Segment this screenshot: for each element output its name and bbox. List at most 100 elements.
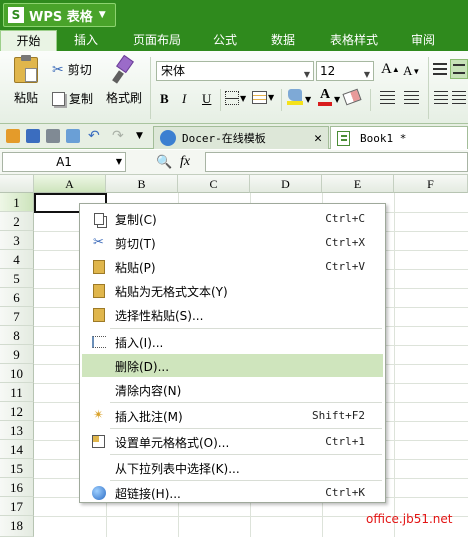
tab-data[interactable]: 数据	[258, 30, 308, 51]
bold-button[interactable]: B	[160, 91, 169, 107]
column-header[interactable]: E	[322, 175, 394, 193]
customize-toolbar-icon[interactable]: ▼	[136, 129, 150, 143]
paste-icon	[14, 55, 38, 83]
font-color-swatch	[318, 102, 332, 106]
chevron-down-icon: ▼	[98, 10, 106, 20]
menu-item-paste-special[interactable]: 选择性粘贴(S)...	[82, 303, 383, 326]
row-header[interactable]: 14	[0, 440, 34, 459]
undo-icon[interactable]: ↶	[88, 129, 102, 143]
align-left-button[interactable]	[434, 91, 448, 104]
row-header[interactable]: 5	[0, 269, 34, 288]
name-box[interactable]: A1 ▼	[2, 152, 126, 172]
menu-item-clear-contents[interactable]: 清除内容(N)	[82, 378, 383, 401]
formula-input[interactable]	[205, 152, 468, 172]
app-menu-button[interactable]: S WPS 表格 ▼	[3, 3, 116, 27]
tab-docer-templates[interactable]: Docer-在线模板 ✕	[153, 126, 329, 149]
folder-icon[interactable]	[6, 129, 20, 143]
cut-button[interactable]: ✂ 剪切	[52, 61, 92, 78]
paste-button[interactable]: 粘贴	[8, 55, 44, 106]
context-menu: 复制(C) Ctrl+C ✂ 剪切(T) Ctrl+X 粘贴(P) Ctrl+V…	[79, 203, 386, 503]
align-center-button[interactable]	[452, 91, 466, 104]
cell-style-button[interactable]: ▼	[252, 91, 274, 104]
app-title: WPS 表格	[29, 9, 93, 25]
row-header[interactable]: 4	[0, 250, 34, 269]
menu-item-pick-from-list[interactable]: 从下拉列表中选择(K)...	[82, 456, 383, 479]
row-header[interactable]: 15	[0, 459, 34, 478]
fx-button[interactable]: fx	[180, 154, 190, 170]
menu-item-label: 插入(I)...	[115, 336, 164, 350]
formula-bar: A1 ▼ 🔍 fx	[0, 150, 468, 175]
fill-color-button[interactable]	[287, 89, 303, 105]
row-header[interactable]: 16	[0, 478, 34, 497]
copy-button[interactable]: 复制	[52, 90, 93, 107]
underline-button[interactable]: U	[202, 91, 211, 107]
menu-item-delete[interactable]: 删除(D)...	[82, 354, 383, 377]
menu-item-label: 剪切(T)	[115, 237, 156, 251]
format-painter-button[interactable]: 格式刷	[104, 54, 144, 106]
zoom-icon[interactable]: 🔍	[156, 155, 172, 170]
column-header[interactable]: A	[34, 175, 106, 193]
menu-item-paste[interactable]: 粘贴(P) Ctrl+V	[82, 255, 383, 278]
tab-table-styles[interactable]: 表格样式	[318, 30, 390, 51]
tab-book1[interactable]: Book1 *	[330, 126, 468, 149]
row-header[interactable]: 11	[0, 383, 34, 402]
menu-item-cut[interactable]: ✂ 剪切(T) Ctrl+X	[82, 231, 383, 254]
shrink-font-button[interactable]: A ▼	[403, 63, 420, 79]
redo-icon[interactable]: ↷	[112, 129, 126, 143]
print-icon[interactable]	[46, 129, 60, 143]
menu-item-shortcut: Ctrl+X	[325, 236, 365, 249]
menu-item-paste-plain-text[interactable]: 粘贴为无格式文本(Y)	[82, 279, 383, 302]
align-top-button[interactable]	[433, 63, 447, 75]
tab-review[interactable]: 审阅	[398, 30, 448, 51]
row-header[interactable]: 10	[0, 364, 34, 383]
tab-home[interactable]: 开始	[0, 30, 57, 51]
print-preview-icon[interactable]	[66, 129, 80, 143]
row-header[interactable]: 12	[0, 402, 34, 421]
row-header[interactable]: 7	[0, 307, 34, 326]
font-color-button[interactable]: A	[318, 88, 332, 106]
paint-bucket-icon	[288, 89, 302, 101]
font-name-select[interactable]: 宋体 ▼	[156, 61, 314, 81]
decrease-indent-button[interactable]	[380, 91, 395, 104]
row-header[interactable]: 2	[0, 212, 34, 231]
row-header[interactable]: 13	[0, 421, 34, 440]
row-header[interactable]: 8	[0, 326, 34, 345]
tab-page-layout[interactable]: 页面布局	[122, 30, 192, 51]
menu-item-label: 删除(D)...	[115, 360, 170, 374]
align-middle-button[interactable]	[450, 59, 468, 79]
menu-item-hyperlink[interactable]: 超链接(H)... Ctrl+K	[82, 481, 383, 504]
grow-font-button[interactable]: A ▲	[381, 61, 400, 78]
menu-item-format-cells[interactable]: 设置单元格格式(O)... Ctrl+1	[82, 430, 383, 453]
row-header[interactable]: 3	[0, 231, 34, 250]
tab-insert[interactable]: 插入	[60, 30, 112, 51]
tab-formulas[interactable]: 公式	[200, 30, 250, 51]
column-header[interactable]: B	[106, 175, 178, 193]
close-icon[interactable]: ✕	[314, 131, 322, 146]
menu-item-label: 粘贴(P)	[115, 261, 156, 275]
row-header[interactable]: 17	[0, 497, 34, 516]
menu-item-insert-comment[interactable]: ✴ 插入批注(M) Shift+F2	[82, 404, 383, 427]
row-header[interactable]: 6	[0, 288, 34, 307]
ribbon: 粘贴 ✂ 剪切 复制 格式刷 宋体 ▼ 12 ▼ A ▲ A ▼ B I U ▼ ▼	[0, 51, 468, 124]
docer-tab-label: Docer-在线模板	[182, 132, 266, 145]
menu-item-copy[interactable]: 复制(C) Ctrl+C	[82, 207, 383, 230]
chevron-down-icon[interactable]: ▼	[334, 95, 340, 104]
column-header[interactable]: D	[250, 175, 322, 193]
column-header[interactable]: F	[394, 175, 468, 193]
chevron-down-icon[interactable]: ▼	[305, 95, 311, 104]
row-header[interactable]: 1	[0, 193, 34, 212]
column-header[interactable]: C	[178, 175, 250, 193]
menu-item-insert[interactable]: 插入(I)...	[82, 330, 383, 353]
save-icon[interactable]	[26, 129, 40, 143]
italic-button[interactable]: I	[182, 91, 186, 107]
row-header[interactable]: 9	[0, 345, 34, 364]
select-all-corner[interactable]	[0, 175, 34, 193]
font-size-select[interactable]: 12 ▼	[316, 61, 374, 81]
border-button[interactable]: ▼	[225, 91, 246, 105]
clear-format-button[interactable]	[342, 88, 362, 106]
paste-special-icon	[90, 306, 107, 323]
align-top-icon	[433, 63, 447, 75]
row-header[interactable]: 18	[0, 516, 34, 537]
increase-indent-button[interactable]	[404, 91, 419, 104]
hyperlink-icon	[90, 484, 107, 501]
